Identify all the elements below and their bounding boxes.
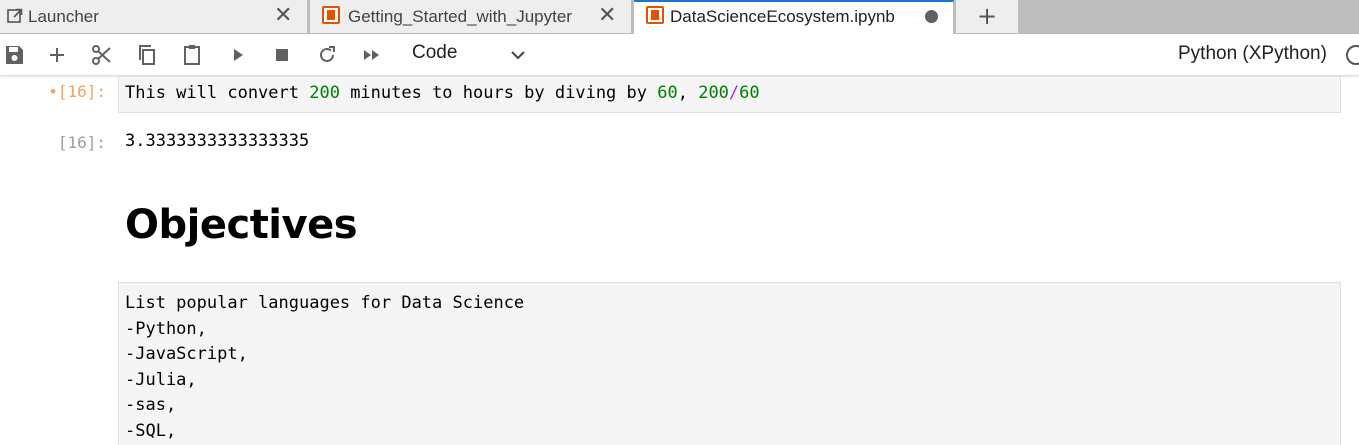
- chevron-down-icon[interactable]: [508, 45, 528, 65]
- tab-datascienceecosystem[interactable]: DataScienceEcosystem.ipynb: [634, 0, 954, 34]
- tab-bar: Launcher ✕ Getting_Started_with_Jupyter …: [0, 0, 1359, 34]
- markdown-line: -Python,: [125, 318, 207, 339]
- markdown-line: -sas,: [125, 395, 177, 416]
- execution-count: [16]:: [57, 82, 106, 101]
- notebook-toolbar: Code Python (XPython): [0, 34, 1359, 76]
- restart-icon[interactable]: [315, 43, 339, 67]
- stop-icon[interactable]: [270, 43, 294, 67]
- tab-getting-started[interactable]: Getting_Started_with_Jupyter ✕: [310, 0, 632, 33]
- kernel-status-icon: [1346, 45, 1359, 65]
- copy-icon[interactable]: [135, 43, 159, 67]
- paste-icon[interactable]: [180, 43, 204, 67]
- run-icon[interactable]: [226, 43, 250, 67]
- unsaved-indicator-icon[interactable]: [925, 10, 938, 23]
- save-icon[interactable]: [2, 43, 26, 67]
- markdown-heading: Objectives: [125, 202, 358, 248]
- close-icon[interactable]: ✕: [598, 4, 616, 28]
- tab-label: Getting_Started_with_Jupyter: [348, 7, 572, 26]
- fast-forward-icon[interactable]: [360, 43, 384, 67]
- markdown-line: List popular languages for Data Science: [125, 293, 525, 313]
- notebook-icon: [322, 6, 340, 24]
- cut-icon[interactable]: [90, 43, 114, 67]
- kernel-name[interactable]: Python (XPython): [1178, 43, 1327, 65]
- launcher-icon: [6, 7, 24, 25]
- close-icon[interactable]: ✕: [274, 4, 292, 28]
- markdown-cell-editor[interactable]: List popular languages for Data Science -…: [118, 282, 1341, 445]
- tab-label: Launcher: [28, 7, 99, 26]
- input-prompt: •[16]:: [6, 82, 106, 101]
- code-line: This will convert 200 minutes to hours b…: [125, 83, 760, 103]
- add-cell-icon[interactable]: [45, 43, 69, 67]
- markdown-line: -JavaScript,: [125, 344, 248, 365]
- code-cell-editor[interactable]: This will convert 200 minutes to hours b…: [118, 76, 1341, 113]
- new-tab-button[interactable]: +: [956, 0, 1018, 33]
- markdown-line: -Julia,: [125, 369, 197, 390]
- tab-launcher[interactable]: Launcher ✕: [0, 0, 308, 33]
- tab-label: DataScienceEcosystem.ipynb: [670, 7, 895, 26]
- cell-type-select[interactable]: Code: [412, 42, 457, 64]
- output-prompt: [16]:: [57, 133, 106, 152]
- cell-output: 3.3333333333333335: [125, 131, 310, 151]
- markdown-lines: List popular languages for Data Science -…: [125, 291, 524, 445]
- markdown-line: -SQL,: [125, 420, 177, 441]
- dirty-marker: •: [48, 82, 58, 101]
- notebook-icon: [646, 6, 664, 24]
